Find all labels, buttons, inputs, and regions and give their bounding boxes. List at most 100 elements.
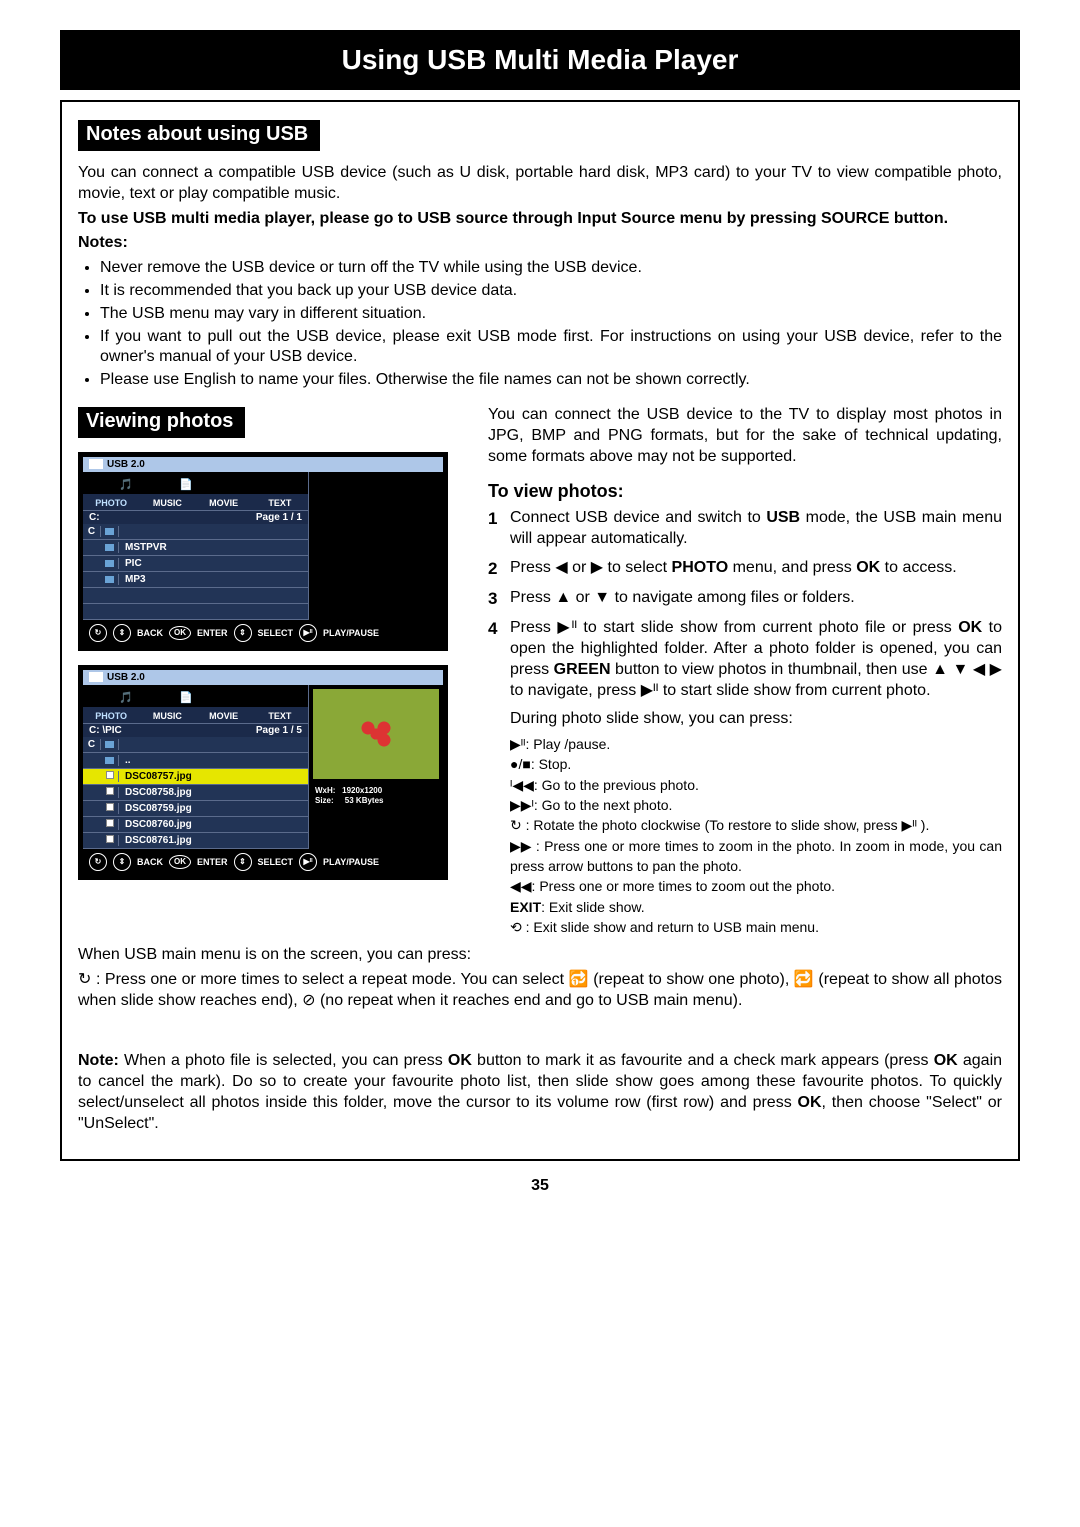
bottom-note: Note: When a photo file is selected, you… [78, 1051, 1002, 1134]
osd2-path: C: \PIC [89, 725, 122, 736]
row-name: MSTPVR [119, 542, 308, 553]
osd1-path: C: [89, 512, 100, 523]
osd1-footer: ↻ ⇕ BACK OK ENTER ⇕ SELECT ▶ᴵᴵ PLAY/PAUS… [83, 620, 443, 646]
control-item: ▶▶ᴵ: Go to the next photo. [510, 795, 1002, 815]
osd2-page: Page 1 / 5 [256, 725, 302, 736]
tab-photo: PHOTO [83, 711, 139, 721]
playpause-icon: ▶ᴵᴵ [299, 624, 317, 642]
usb-icon [89, 459, 103, 469]
control-item: ⟲ : Exit slide show and return to USB ma… [510, 917, 1002, 937]
row-letter: C [83, 739, 101, 750]
enter-label: ENTER [197, 628, 228, 638]
row-name: MP3 [119, 574, 308, 585]
step: 3Press ▲ or ▼ to navigate among files or… [488, 588, 1002, 610]
bottom-repeat: ↻ : Press one or more times to select a … [78, 970, 1002, 1012]
notes-label: Notes: [78, 233, 1002, 254]
usb-icon [89, 672, 103, 682]
back-label: BACK [137, 857, 163, 867]
osd-screenshot-1: USB 2.0 🖼 🎵 ▶ 📄 PHOTO [78, 452, 448, 651]
control-item: ◀◀: Press one or more times to zoom out … [510, 876, 1002, 896]
content-frame: Notes about using USB You can connect a … [60, 100, 1020, 1161]
rotate-icon: ↻ [89, 853, 107, 871]
updown-icon: ⇕ [113, 853, 131, 871]
control-item: EXIT: Exit slide show. [510, 897, 1002, 917]
osb1-usb-text: USB 2.0 [107, 459, 145, 470]
section-notes-heading: Notes about using USB [78, 120, 320, 151]
folder-icon [101, 558, 119, 569]
osd2-file-table: C .. DSC08757.jpg DSC08758.jpg DSC08759.… [83, 737, 308, 849]
notes-bullet: The USB menu may vary in different situa… [100, 304, 1002, 325]
osd1-usb-label: USB 2.0 [83, 457, 443, 472]
row-name: DSC08761.jpg [119, 835, 308, 846]
tab-text: TEXT [252, 711, 308, 721]
select-label: SELECT [258, 628, 294, 638]
viewing-intro: You can connect the USB device to the TV… [488, 405, 1002, 467]
steps-list: 1Connect USB device and switch to USB mo… [488, 508, 1002, 701]
playpause-icon: ▶ᴵᴵ [299, 853, 317, 871]
section-viewing-heading: Viewing photos [78, 407, 245, 438]
tab-music: MUSIC [139, 711, 195, 721]
notes-bullet: It is recommended that you back up your … [100, 281, 1002, 302]
control-item: ᴵ◀◀: Go to the previous photo. [510, 775, 1002, 795]
notes-bullet: If you want to pull out the USB device, … [100, 327, 1002, 369]
updown-icon: ⇕ [234, 853, 252, 871]
select-label: SELECT [258, 857, 294, 867]
folder-icon [101, 755, 119, 766]
osd1-page: Page 1 / 1 [256, 512, 302, 523]
image-icon [101, 803, 119, 814]
image-icon [101, 787, 119, 798]
photo-icon: 🖼 [87, 689, 105, 707]
control-item: ▶▶ : Press one or more times to zoom in … [510, 836, 1002, 877]
to-view-photos-heading: To view photos: [488, 481, 1002, 502]
flower-image [356, 719, 396, 749]
movie-icon: ▶ [147, 476, 165, 494]
step: 2Press ◀ or ▶ to select PHOTO menu, and … [488, 558, 1002, 580]
ok-icon: OK [169, 626, 191, 640]
movie-icon: ▶ [147, 689, 165, 707]
step: 4Press ▶ᴵᴵ to start slide show from curr… [488, 618, 1002, 701]
playpause-label: PLAY/PAUSE [323, 857, 379, 867]
image-icon [101, 835, 119, 846]
row-name: DSC08759.jpg [119, 803, 308, 814]
row-name: DSC08760.jpg [119, 819, 308, 830]
tab-music: MUSIC [139, 498, 195, 508]
notes-list: Never remove the USB device or turn off … [78, 258, 1002, 391]
osd2-usb-text: USB 2.0 [107, 672, 145, 683]
row-name: PIC [119, 558, 308, 569]
text-icon: 📄 [177, 476, 195, 494]
osd-screenshot-2: USB 2.0 🖼 🎵 ▶ 📄 PHOTO [78, 665, 448, 880]
row-name: .. [119, 755, 308, 766]
music-icon: 🎵 [117, 476, 135, 494]
folder-icon [101, 574, 119, 585]
updown-icon: ⇕ [113, 624, 131, 642]
folder-icon [101, 739, 119, 750]
row-name: DSC08758.jpg [119, 787, 308, 798]
image-icon [101, 771, 119, 782]
notes-intro: You can connect a compatible USB device … [78, 163, 1002, 205]
enter-label: ENTER [197, 857, 228, 867]
control-item: ▶ᴵᴵ: Play /pause. [510, 734, 1002, 754]
controls-list: ▶ᴵᴵ: Play /pause. ●/■: Stop. ᴵ◀◀: Go to … [510, 734, 1002, 937]
photo-icon: 🖼 [87, 476, 105, 494]
notes-bullet: Please use English to name your files. O… [100, 370, 1002, 391]
playpause-label: PLAY/PAUSE [323, 628, 379, 638]
tab-photo: PHOTO [83, 498, 139, 508]
ok-icon: OK [169, 855, 191, 869]
photo-preview [313, 689, 439, 779]
row-name: DSC08757.jpg [119, 771, 308, 782]
osd2-footer: ↻ ⇕ BACK OK ENTER ⇕ SELECT ▶ᴵᴵ PLAY/PAUS… [83, 849, 443, 875]
notes-bullet: Never remove the USB device or turn off … [100, 258, 1002, 279]
control-item: ●/■: Stop. [510, 754, 1002, 774]
rotate-icon: ↻ [89, 624, 107, 642]
osd1-file-table: C MSTPVR PIC MP3 [83, 524, 308, 620]
step: 1Connect USB device and switch to USB mo… [488, 508, 1002, 550]
page-number: 35 [60, 1177, 1020, 1195]
notes-bold-line: To use USB multi media player, please go… [78, 209, 1002, 230]
updown-icon: ⇕ [234, 624, 252, 642]
bottom-intro: When USB main menu is on the screen, you… [78, 945, 1002, 966]
folder-icon [101, 526, 119, 537]
folder-icon [101, 542, 119, 553]
osd2-usb-label: USB 2.0 [83, 670, 443, 685]
text-icon: 📄 [177, 689, 195, 707]
control-item: ↻ : Rotate the photo clockwise (To resto… [510, 815, 1002, 835]
